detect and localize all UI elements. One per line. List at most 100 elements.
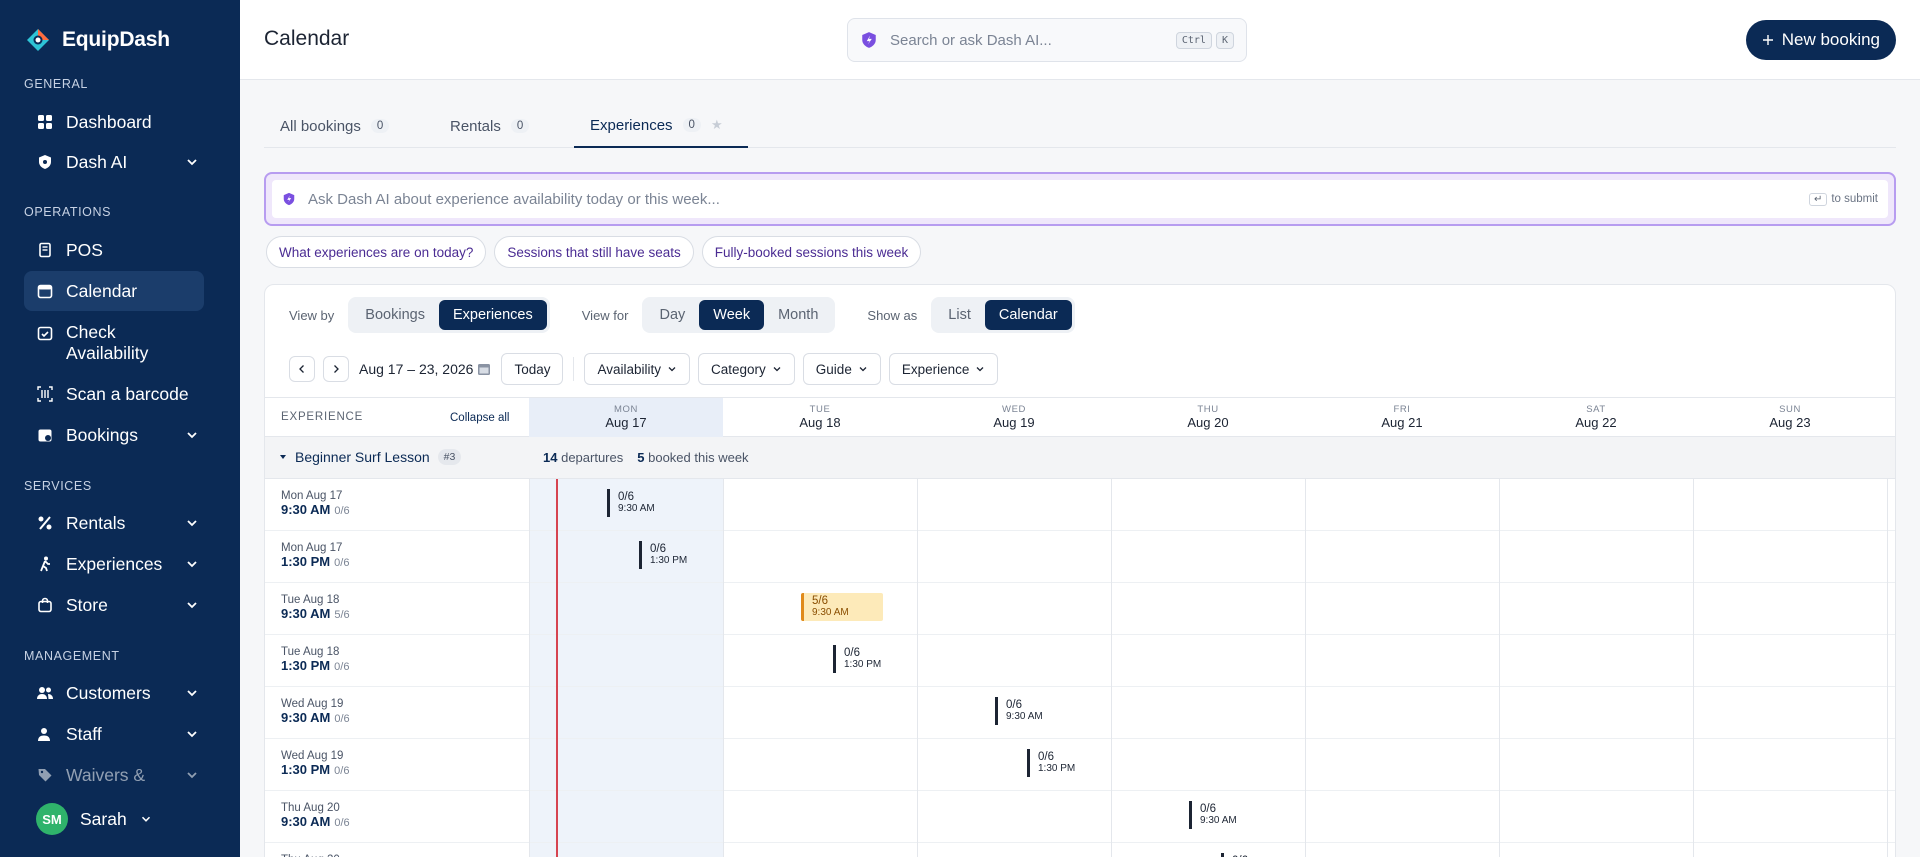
session-event[interactable]: 0/61:30 PM [833,645,887,673]
chevron-down-icon[interactable] [184,154,200,170]
view-for-month[interactable]: Month [764,300,832,330]
departures-count: 14 [543,450,558,465]
session-label: Wed Aug 19 9:30 AM 0/6 [281,697,350,726]
session-row[interactable]: Mon Aug 17 9:30 AM 0/6 [265,479,1895,531]
session-event[interactable]: 0/6 9:30 AM [607,489,661,517]
sidebar-item-check-availability[interactable]: Check Availability [24,322,204,366]
keyboard-shortcut: Ctrl K [1175,31,1234,49]
day-header-wed[interactable]: WED Aug 19 [917,398,1111,438]
date-range-picker[interactable]: Aug 17 – 23, 2026 [359,361,491,377]
tab-rentals[interactable]: Rentals 0 [434,104,545,148]
session-event[interactable]: 0/6 9:30 AM [995,697,1049,725]
prev-week-button[interactable] [289,356,315,382]
session-event[interactable]: 5/6 9:30 AM [801,593,883,621]
sidebar-item-staff[interactable]: Staff [24,718,204,750]
session-day: Wed Aug 19 [281,750,344,762]
sidebar-item-scan[interactable]: Scan a barcode [24,378,204,410]
day-date: Aug 19 [993,415,1035,430]
session-row[interactable]: Wed Aug 19 9:30 AM 0/6 [265,687,1895,739]
session-row[interactable]: Tue Aug 18 1:30 PM 0/6 [265,635,1895,687]
day-of-week: TUE [809,404,831,415]
view-for-toggle: Day Week Month [642,297,836,333]
brand[interactable]: EquipDash [24,26,170,54]
show-as-list[interactable]: List [934,300,985,330]
day-header-mon[interactable]: MON Aug 17 [529,398,723,438]
view-for-day[interactable]: Day [645,300,699,330]
collapse-all-link[interactable]: Collapse all [450,412,509,424]
day-header-sun[interactable]: SUN Aug 23 [1693,398,1887,438]
chevron-down-icon[interactable] [184,556,200,572]
star-icon[interactable]: ★ [711,117,723,133]
sidebar: EquipDash GENERAL Dashboard Dash AI OPER… [0,0,240,857]
day-of-week: SUN [1779,404,1801,415]
sidebar-item-experiences[interactable]: Experiences [24,548,204,580]
sidebar-item-pos[interactable]: POS [24,234,204,266]
event-seats: 0/6 [1006,699,1022,711]
session-event[interactable]: 0/61:30 PM [1221,853,1275,857]
chevron-down-icon[interactable] [184,597,200,613]
week-grid: EXPERIENCE Collapse all MON Aug 17 TUE Aug … [265,397,1895,857]
suggestion-chip[interactable]: What experiences are on today? [266,236,487,268]
category-filter[interactable]: Category [698,353,795,385]
ai-hint-text: to submit [1831,193,1878,205]
experience-group-row[interactable]: Beginner Surf Lesson #3 14 departures 5 … [265,437,1895,479]
sidebar-item-dash-ai[interactable]: Dash AI [24,146,204,178]
session-row[interactable]: Tue Aug 18 9:30 AM 5/6 [265,583,1895,635]
chevron-down-icon[interactable] [184,515,200,531]
view-for-week[interactable]: Week [699,300,765,330]
view-by-bookings[interactable]: Bookings [351,300,439,330]
kbd-ctrl: Ctrl [1175,31,1212,49]
sidebar-item-dashboard[interactable]: Dashboard [24,106,204,138]
ai-prompt-input[interactable]: Ask Dash AI about experience availabilit… [272,180,1888,218]
session-event[interactable]: 0/61:30 PM [639,541,693,569]
view-by-experiences[interactable]: Experiences [438,300,547,330]
suggestion-chip[interactable]: Sessions that still have seats [494,236,694,268]
sidebar-item-store[interactable]: Store [24,589,204,621]
sidebar-item-calendar[interactable]: Calendar [24,271,204,311]
search-input[interactable]: Search or ask Dash AI... Ctrl K [847,18,1247,62]
sidebar-item-label: Staff [66,723,102,744]
column-divider [723,479,724,857]
new-booking-button[interactable]: New booking [1745,20,1896,60]
tab-all-bookings[interactable]: All bookings 0 [264,104,405,148]
today-button[interactable]: Today [501,353,564,385]
day-header-tue[interactable]: TUE Aug 18 [723,398,917,438]
booked-count: 5 [637,450,645,465]
chevron-down-icon [141,816,150,822]
session-event[interactable]: 0/6 9:30 AM [1189,801,1243,829]
session-row[interactable]: Mon Aug 17 1:30 PM 0/6 [265,531,1895,583]
chevron-down-icon[interactable] [184,427,200,443]
session-day: Wed Aug 19 [281,698,344,710]
sidebar-item-label: Dash AI [66,151,128,172]
sidebar-item-waivers[interactable]: Waivers & [24,759,204,791]
sidebar-item-label: POS [66,239,103,260]
day-header-fri[interactable]: FRI Aug 21 [1305,398,1499,438]
sidebar-item-customers[interactable]: Customers [24,677,204,709]
chevron-down-icon[interactable] [184,767,200,783]
day-date: Aug 22 [1575,415,1617,430]
day-header-thu[interactable]: THU Aug 20 [1111,398,1305,438]
tab-experiences[interactable]: Experiences 0 ★ [574,104,748,148]
sidebar-item-bookings[interactable]: Bookings [24,419,204,451]
chevron-down-icon[interactable] [184,685,200,701]
sidebar-item-label: Scan a barcode [66,383,189,404]
session-time-line: 9:30 AM 5/6 [281,607,350,622]
sidebar-item-rentals[interactable]: Rentals [24,507,204,539]
suggestion-chip[interactable]: Fully-booked sessions this week [701,236,922,268]
bookings-icon [36,426,54,444]
next-week-button[interactable] [323,356,349,382]
day-date: Aug 17 [605,415,647,430]
day-header-sat[interactable]: SAT Aug 22 [1499,398,1693,438]
availability-filter[interactable]: Availability [584,353,691,385]
user-menu[interactable]: SM Sarah [36,803,153,835]
session-event[interactable]: 0/61:30 PM [1027,749,1081,777]
current-time-line [556,479,558,857]
session-row[interactable]: Thu Aug 20 9:30 AM 0/6 [265,791,1895,843]
session-label: Thu Aug 20 9:30 AM 0/6 [281,801,350,830]
sidebar-item-label-line2: Availability [66,343,149,363]
show-as-calendar[interactable]: Calendar [984,300,1072,330]
experience-filter[interactable]: Experience [888,353,999,385]
session-row[interactable]: Thu Aug 201:30 PM0/6 [265,843,1895,857]
chevron-down-icon[interactable] [184,726,200,742]
guide-filter[interactable]: Guide [802,353,881,385]
